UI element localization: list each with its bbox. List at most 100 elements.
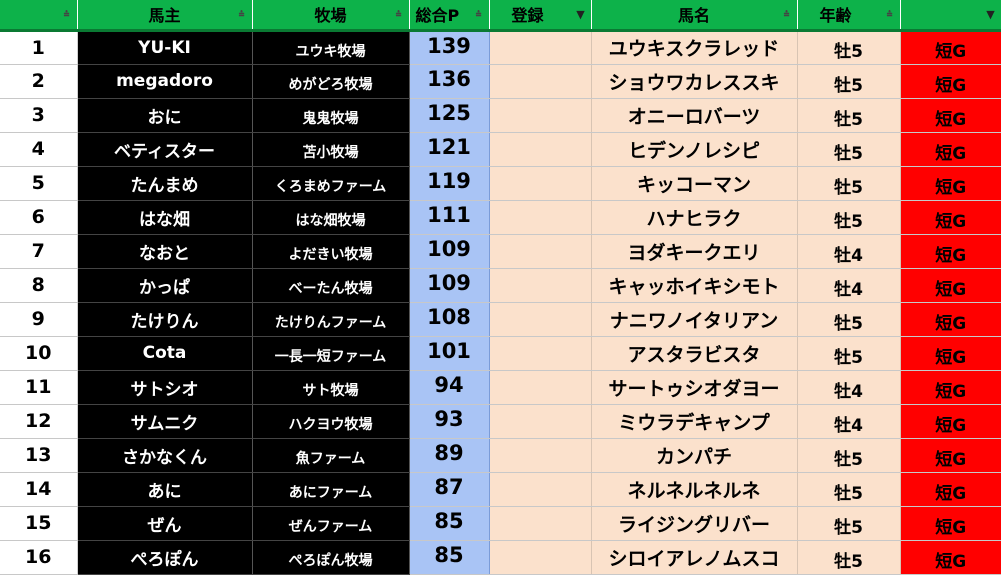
registration-cell[interactable] xyxy=(489,30,592,65)
points-cell[interactable]: 139 xyxy=(409,30,490,65)
category-cell[interactable]: 短G xyxy=(900,268,1001,303)
rank-cell[interactable]: 9 xyxy=(0,302,78,337)
points-cell[interactable]: 136 xyxy=(409,64,490,99)
points-cell[interactable]: 111 xyxy=(409,200,490,235)
farm-cell[interactable]: くろまめファーム xyxy=(252,166,410,201)
owner-cell[interactable]: あに xyxy=(77,472,253,507)
active-filter-icon[interactable]: ▼ xyxy=(574,8,588,22)
owner-cell[interactable]: ぜん xyxy=(77,506,253,541)
col-header-points[interactable]: 総合P ⩮ xyxy=(409,0,490,32)
col-header-cat[interactable]: ▼ xyxy=(900,0,1001,32)
category-cell[interactable]: 短G xyxy=(900,438,1001,473)
rank-cell[interactable]: 8 xyxy=(0,268,78,303)
farm-cell[interactable]: べーたん牧場 xyxy=(252,268,410,303)
category-cell[interactable]: 短G xyxy=(900,506,1001,541)
registration-cell[interactable] xyxy=(489,438,592,473)
owner-cell[interactable]: ベティスター xyxy=(77,132,253,167)
sort-filter-icon[interactable]: ⩮ xyxy=(472,8,486,22)
registration-cell[interactable] xyxy=(489,540,592,575)
rank-cell[interactable]: 16 xyxy=(0,540,78,575)
col-header-horse[interactable]: 馬名 ⩮ xyxy=(591,0,798,32)
rank-cell[interactable]: 10 xyxy=(0,336,78,371)
rank-cell[interactable]: 14 xyxy=(0,472,78,507)
category-cell[interactable]: 短G xyxy=(900,540,1001,575)
age-cell[interactable]: 牡5 xyxy=(797,302,901,337)
farm-cell[interactable]: たけりんファーム xyxy=(252,302,410,337)
category-cell[interactable]: 短G xyxy=(900,472,1001,507)
category-cell[interactable]: 短G xyxy=(900,234,1001,269)
rank-cell[interactable]: 15 xyxy=(0,506,78,541)
age-cell[interactable]: 牡5 xyxy=(797,438,901,473)
owner-cell[interactable]: YU-KI xyxy=(77,30,253,65)
points-cell[interactable]: 108 xyxy=(409,302,490,337)
rank-cell[interactable]: 13 xyxy=(0,438,78,473)
age-cell[interactable]: 牡4 xyxy=(797,234,901,269)
age-cell[interactable]: 牡5 xyxy=(797,200,901,235)
owner-cell[interactable]: サトシオ xyxy=(77,370,253,405)
points-cell[interactable]: 119 xyxy=(409,166,490,201)
horse-name-cell[interactable]: ネルネルネルネ xyxy=(591,472,798,507)
horse-name-cell[interactable]: キャッホイキシモト xyxy=(591,268,798,303)
owner-cell[interactable]: はな畑 xyxy=(77,200,253,235)
horse-name-cell[interactable]: アスタラビスタ xyxy=(591,336,798,371)
rank-cell[interactable]: 6 xyxy=(0,200,78,235)
points-cell[interactable]: 93 xyxy=(409,404,490,439)
sort-filter-icon[interactable]: ⩮ xyxy=(392,8,406,22)
sort-filter-icon[interactable]: ⩮ xyxy=(780,8,794,22)
age-cell[interactable]: 牡5 xyxy=(797,506,901,541)
owner-cell[interactable]: さかなくん xyxy=(77,438,253,473)
farm-cell[interactable]: サト牧場 xyxy=(252,370,410,405)
registration-cell[interactable] xyxy=(489,166,592,201)
points-cell[interactable]: 85 xyxy=(409,506,490,541)
category-cell[interactable]: 短G xyxy=(900,30,1001,65)
rank-cell[interactable]: 4 xyxy=(0,132,78,167)
registration-cell[interactable] xyxy=(489,98,592,133)
registration-cell[interactable] xyxy=(489,336,592,371)
category-cell[interactable]: 短G xyxy=(900,336,1001,371)
points-cell[interactable]: 89 xyxy=(409,438,490,473)
points-cell[interactable]: 109 xyxy=(409,268,490,303)
col-header-reg[interactable]: 登録 ▼ xyxy=(489,0,592,32)
farm-cell[interactable]: 鬼鬼牧場 xyxy=(252,98,410,133)
farm-cell[interactable]: はな畑牧場 xyxy=(252,200,410,235)
age-cell[interactable]: 牡5 xyxy=(797,472,901,507)
points-cell[interactable]: 85 xyxy=(409,540,490,575)
horse-name-cell[interactable]: キッコーマン xyxy=(591,166,798,201)
owner-cell[interactable]: なおと xyxy=(77,234,253,269)
rank-cell[interactable]: 5 xyxy=(0,166,78,201)
farm-cell[interactable]: ぺろぽん牧場 xyxy=(252,540,410,575)
owner-cell[interactable]: サムニク xyxy=(77,404,253,439)
horse-name-cell[interactable]: オニーロバーツ xyxy=(591,98,798,133)
age-cell[interactable]: 牡5 xyxy=(797,98,901,133)
rank-cell[interactable]: 2 xyxy=(0,64,78,99)
farm-cell[interactable]: めがどろ牧場 xyxy=(252,64,410,99)
age-cell[interactable]: 牡5 xyxy=(797,30,901,65)
registration-cell[interactable] xyxy=(489,268,592,303)
registration-cell[interactable] xyxy=(489,234,592,269)
age-cell[interactable]: 牡4 xyxy=(797,370,901,405)
registration-cell[interactable] xyxy=(489,132,592,167)
horse-name-cell[interactable]: ミウラデキャンプ xyxy=(591,404,798,439)
horse-name-cell[interactable]: ユウキスクラレッド xyxy=(591,30,798,65)
horse-name-cell[interactable]: ヨダキークエリ xyxy=(591,234,798,269)
points-cell[interactable]: 94 xyxy=(409,370,490,405)
horse-name-cell[interactable]: シロイアレノムスコ xyxy=(591,540,798,575)
horse-name-cell[interactable]: ナニワノイタリアン xyxy=(591,302,798,337)
age-cell[interactable]: 牡5 xyxy=(797,64,901,99)
col-header-age[interactable]: 年齢 ⩮ xyxy=(797,0,901,32)
col-header-num[interactable]: ⩮ xyxy=(0,0,78,32)
farm-cell[interactable]: ハクヨウ牧場 xyxy=(252,404,410,439)
points-cell[interactable]: 109 xyxy=(409,234,490,269)
rank-cell[interactable]: 7 xyxy=(0,234,78,269)
registration-cell[interactable] xyxy=(489,472,592,507)
sort-filter-icon[interactable]: ⩮ xyxy=(883,8,897,22)
age-cell[interactable]: 牡5 xyxy=(797,336,901,371)
category-cell[interactable]: 短G xyxy=(900,370,1001,405)
farm-cell[interactable]: ユウキ牧場 xyxy=(252,30,410,65)
registration-cell[interactable] xyxy=(489,404,592,439)
registration-cell[interactable] xyxy=(489,64,592,99)
age-cell[interactable]: 牡4 xyxy=(797,404,901,439)
points-cell[interactable]: 121 xyxy=(409,132,490,167)
sort-filter-icon[interactable]: ⩮ xyxy=(235,8,249,22)
rank-cell[interactable]: 1 xyxy=(0,30,78,65)
